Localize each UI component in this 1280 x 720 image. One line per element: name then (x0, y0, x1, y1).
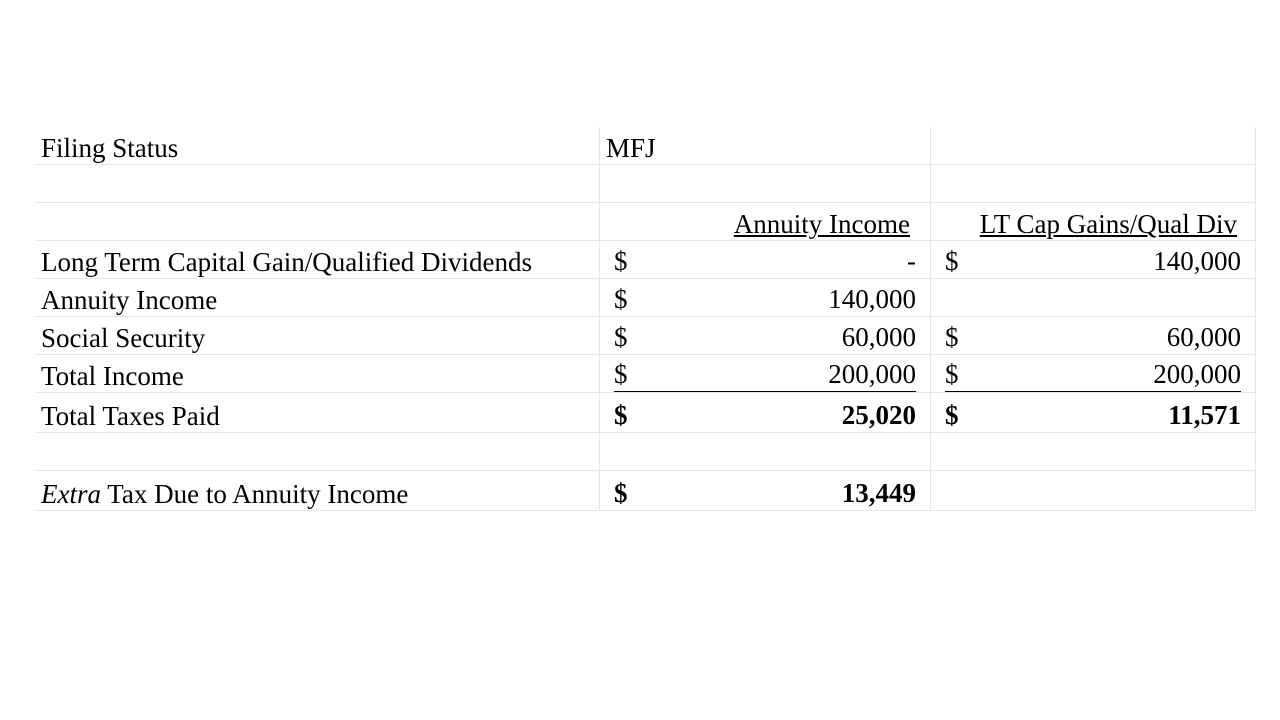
ltcg-value: 140,000 (1153, 246, 1241, 276)
row-label: Total Income (35, 354, 600, 393)
ltcg-value: 11,571 (1168, 400, 1241, 430)
filing-status-row: Filing Status MFJ (35, 127, 1256, 165)
blank-row (35, 164, 1256, 203)
currency: $ (614, 400, 628, 430)
annuity-value: 140,000 (828, 284, 916, 314)
extra-italic: Extra (41, 479, 101, 509)
filing-status-value: MFJ (599, 127, 931, 165)
table-row: Long Term Capital Gain/Qualified Dividen… (35, 240, 1256, 279)
extra-label-rest: Tax Due to Annuity Income (101, 479, 409, 509)
row-label: Long Term Capital Gain/Qualified Dividen… (35, 240, 600, 279)
table-row: Total Income $200,000 $200,000 (35, 354, 1256, 393)
blank-row (35, 432, 1256, 471)
row-label: Annuity Income (35, 278, 600, 317)
annuity-value: - (907, 246, 916, 276)
header-row: Annuity Income LT Cap Gains/Qual Div (35, 202, 1256, 241)
currency: $ (945, 400, 959, 430)
tax-comparison-table: Filing Status MFJ Annuity Income LT Cap … (35, 127, 1256, 511)
table-row: Total Taxes Paid $25,020 $11,571 (35, 392, 1256, 433)
extra-tax-row: Extra Tax Due to Annuity Income $13,449 (35, 470, 1256, 511)
currency: $ (945, 359, 959, 389)
annuity-value: 25,020 (841, 400, 916, 430)
extra-tax-value: 13,449 (841, 478, 916, 508)
ltcg-column-header: LT Cap Gains/Qual Div (979, 209, 1237, 239)
extra-tax-label: Extra Tax Due to Annuity Income (35, 470, 600, 511)
filing-status-label: Filing Status (35, 127, 600, 165)
currency: $ (614, 322, 628, 352)
ltcg-value: 200,000 (1153, 359, 1241, 389)
currency: $ (614, 359, 628, 389)
annuity-value: 200,000 (828, 359, 916, 389)
currency: $ (614, 478, 628, 508)
table-row: Annuity Income $140,000 (35, 278, 1256, 317)
annuity-column-header: Annuity Income (733, 209, 910, 239)
currency: $ (614, 284, 628, 314)
row-label: Social Security (35, 316, 600, 355)
annuity-value: 60,000 (841, 322, 916, 352)
table-row: Social Security $60,000 $60,000 (35, 316, 1256, 355)
ltcg-value: 60,000 (1166, 322, 1241, 352)
currency: $ (945, 246, 959, 276)
currency: $ (614, 246, 628, 276)
currency: $ (945, 322, 959, 352)
row-label: Total Taxes Paid (35, 392, 600, 433)
